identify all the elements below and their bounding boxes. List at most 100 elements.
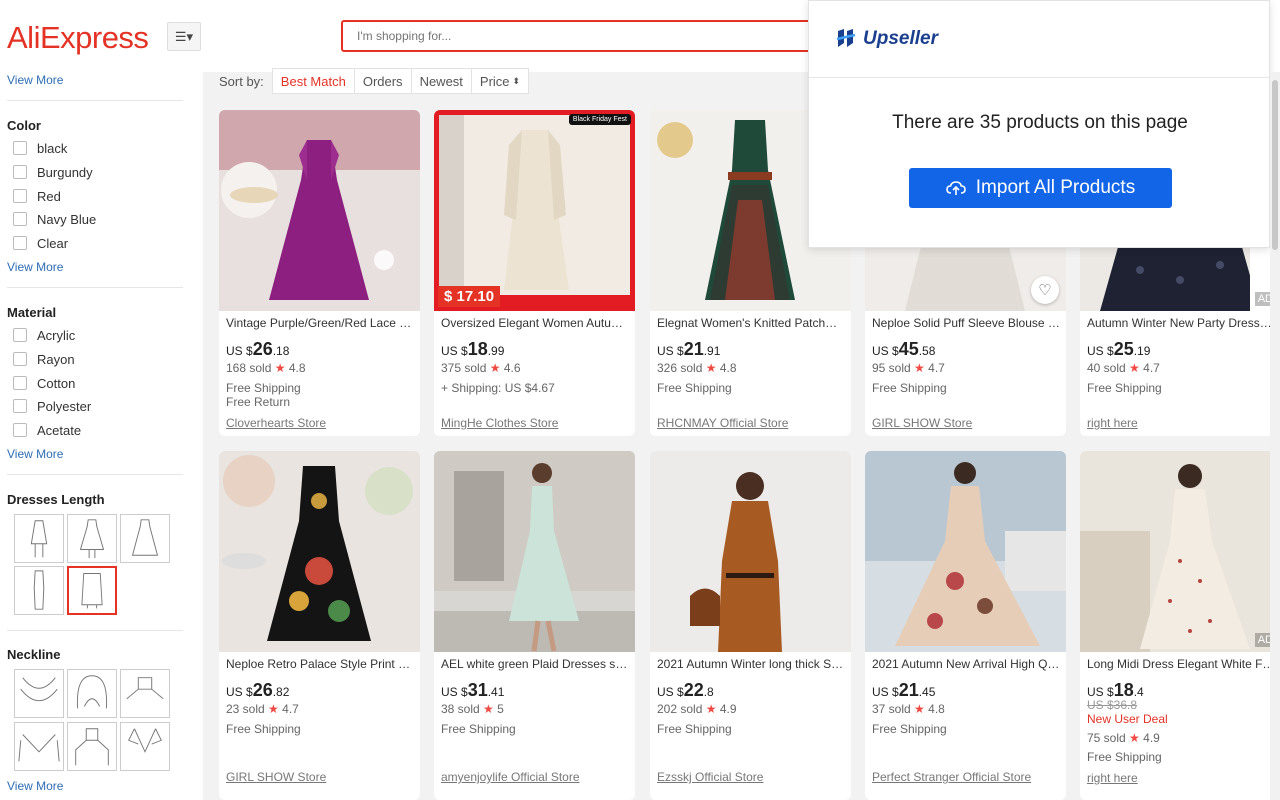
product-title[interactable]: Vintage Purple/Green/Red Lace Midi Dress xyxy=(226,316,414,330)
product-card[interactable]: 2021 Autumn New Arrival High Quality Dre… xyxy=(865,451,1066,800)
checkbox[interactable] xyxy=(13,376,27,390)
product-title[interactable]: Autumn Winter New Party Dress Elegant xyxy=(1087,316,1275,330)
product-card[interactable]: Neploe Retro Palace Style Print Ruffle D… xyxy=(219,451,420,800)
checkbox[interactable] xyxy=(13,212,27,226)
neckline-filter-title: Neckline xyxy=(7,647,61,662)
product-title[interactable]: AEL white green Plaid Dresses sexy backl… xyxy=(441,657,629,671)
checkbox[interactable] xyxy=(13,423,27,437)
wishlist-button[interactable]: ♡ xyxy=(1031,276,1059,304)
color-option[interactable]: Burgundy xyxy=(13,163,93,181)
store-link[interactable]: Ezsskj Official Store xyxy=(657,770,763,784)
checkbox[interactable] xyxy=(13,399,27,413)
sort-bar: Sort by: Best Match Orders Newest Price … xyxy=(219,68,530,94)
knee-dress-icon xyxy=(79,519,105,559)
checkbox[interactable] xyxy=(13,328,27,342)
product-price: US $21.45 xyxy=(872,680,936,700)
sort-best-match[interactable]: Best Match xyxy=(273,69,355,93)
color-option[interactable]: Red xyxy=(13,187,61,205)
checkbox[interactable] xyxy=(13,165,27,179)
product-card[interactable]: Vintage Purple/Green/Red Lace Midi Dress… xyxy=(219,110,420,436)
shipping-info: Free Shipping xyxy=(226,381,301,395)
color-option[interactable]: Navy Blue xyxy=(13,210,96,228)
store-link[interactable]: right here xyxy=(1087,771,1138,785)
import-all-products-button[interactable]: Import All Products xyxy=(909,168,1172,208)
scrollbar-thumb[interactable] xyxy=(1272,80,1278,250)
store-link[interactable]: MingHe Clothes Store xyxy=(441,416,558,430)
product-title[interactable]: Elegnat Women's Knitted Patchwork Dress xyxy=(657,316,845,330)
neckline-vneck-option[interactable] xyxy=(14,722,64,771)
color-option[interactable]: Clear xyxy=(13,234,68,252)
checkbox[interactable] xyxy=(13,352,27,366)
material-option[interactable]: Polyester xyxy=(13,397,91,415)
product-image[interactable]: AD xyxy=(1080,451,1280,652)
shipping-info: Free Shipping xyxy=(1087,750,1162,764)
length-midi-option[interactable] xyxy=(120,514,170,563)
star-icon: ★ xyxy=(914,361,925,375)
neckline-turtleneck-option[interactable] xyxy=(120,669,170,718)
product-image[interactable] xyxy=(219,110,420,311)
view-more-link[interactable]: View More xyxy=(7,73,63,87)
product-image[interactable]: $ 17.10 Black Friday Fest xyxy=(434,110,635,311)
product-title[interactable]: Oversized Elegant Women Autumn Dress xyxy=(441,316,629,330)
shipping-info: Free Shipping xyxy=(872,722,947,736)
length-skirt-option[interactable] xyxy=(67,566,117,615)
store-link[interactable]: Perfect Stranger Official Store xyxy=(872,770,1031,784)
heart-icon: ♡ xyxy=(1038,282,1052,299)
color-option[interactable]: black xyxy=(13,139,67,157)
neckline-mock-option[interactable] xyxy=(67,722,117,771)
store-link[interactable]: RHCNMAY Official Store xyxy=(657,416,788,430)
shipping-info: Free Shipping xyxy=(657,381,732,395)
store-link[interactable]: Cloverhearts Store xyxy=(226,416,326,430)
star-icon: ★ xyxy=(274,361,286,375)
sort-newest[interactable]: Newest xyxy=(412,69,472,93)
neckline-ruffle-option[interactable] xyxy=(14,669,64,718)
product-card[interactable]: AEL white green Plaid Dresses sexy backl… xyxy=(434,451,635,800)
view-more-link[interactable]: View More xyxy=(7,260,63,274)
checkbox[interactable] xyxy=(13,236,27,250)
length-knee-option[interactable] xyxy=(67,514,117,563)
view-more-link[interactable]: View More xyxy=(7,779,63,793)
new-user-deal-label: New User Deal xyxy=(1087,712,1168,726)
store-link[interactable]: right here xyxy=(1087,416,1138,430)
upseller-logo-icon xyxy=(836,29,856,47)
checkbox[interactable] xyxy=(13,141,27,155)
product-title[interactable]: Neploe Retro Palace Style Print Ruffle D… xyxy=(226,657,414,671)
categories-menu-button[interactable]: ☰▾ xyxy=(167,22,201,51)
sort-price[interactable]: Price ⬍ xyxy=(472,69,528,93)
mini-dress-icon xyxy=(30,520,48,558)
length-mini-option[interactable] xyxy=(14,514,64,563)
product-image[interactable] xyxy=(434,451,635,652)
product-image[interactable] xyxy=(865,451,1066,652)
product-price: US $45.58 xyxy=(872,339,936,359)
neckline-hooded-option[interactable] xyxy=(67,669,117,718)
material-option[interactable]: Cotton xyxy=(13,374,75,392)
product-card[interactable]: AD Long Midi Dress Elegant White Floral … xyxy=(1080,451,1280,800)
black-friday-badge: Black Friday Fest xyxy=(568,114,631,125)
checkbox[interactable] xyxy=(13,189,27,203)
upseller-header: Upseller xyxy=(809,1,1269,78)
store-link[interactable]: GIRL SHOW Store xyxy=(226,770,326,784)
store-link[interactable]: amyenjoylife Official Store xyxy=(441,770,580,784)
material-option[interactable]: Acrylic xyxy=(13,326,75,344)
mock-neck-icon xyxy=(75,728,109,766)
product-image[interactable] xyxy=(219,451,420,652)
sold-rating: 40 sold ★ 4.7 xyxy=(1087,361,1160,375)
length-pants-option[interactable] xyxy=(14,566,64,615)
search-box[interactable] xyxy=(341,20,821,52)
product-title[interactable]: Long Midi Dress Elegant White Floral Pri… xyxy=(1087,657,1275,671)
product-title[interactable]: 2021 Autumn Winter long thick Sweater Dr… xyxy=(657,657,845,671)
material-option[interactable]: Acetate xyxy=(13,421,81,439)
store-link[interactable]: GIRL SHOW Store xyxy=(872,416,972,430)
aliexpress-logo[interactable]: AliExpress xyxy=(7,20,149,56)
product-title[interactable]: 2021 Autumn New Arrival High Quality Dre… xyxy=(872,657,1060,671)
upseller-brand-name: Upseller xyxy=(863,28,938,49)
neckline-lapel-option[interactable] xyxy=(120,722,170,771)
product-card[interactable]: 2021 Autumn Winter long thick Sweater Dr… xyxy=(650,451,851,800)
search-input[interactable] xyxy=(343,22,819,50)
product-image[interactable] xyxy=(650,451,851,652)
sort-orders[interactable]: Orders xyxy=(355,69,412,93)
product-title[interactable]: Neploe Solid Puff Sleeve Blouse Style Dr… xyxy=(872,316,1060,330)
product-card[interactable]: $ 17.10 Black Friday Fest Oversized Eleg… xyxy=(434,110,635,436)
material-option[interactable]: Rayon xyxy=(13,350,75,368)
view-more-link[interactable]: View More xyxy=(7,447,63,461)
